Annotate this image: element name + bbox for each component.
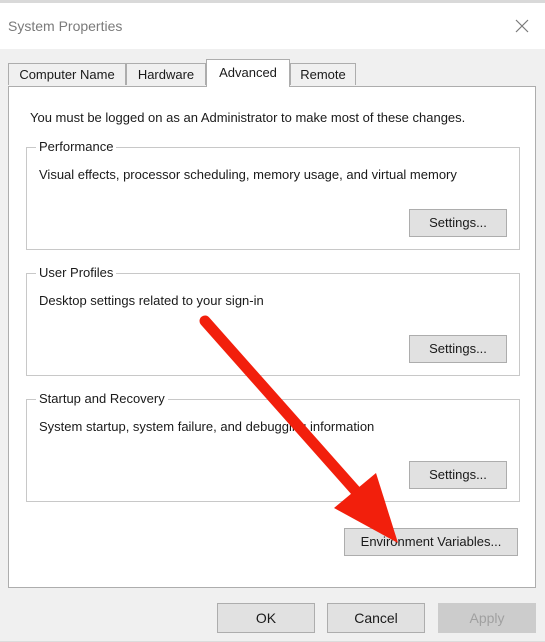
window-title: System Properties	[8, 18, 123, 34]
startup-recovery-description: System startup, system failure, and debu…	[39, 419, 375, 434]
performance-group: Performance Visual effects, processor sc…	[26, 139, 520, 250]
user-profiles-group: User Profiles Desktop settings related t…	[26, 265, 520, 376]
tab-hardware[interactable]: Hardware	[126, 63, 206, 85]
user-profiles-title: User Profiles	[36, 265, 117, 281]
close-icon	[515, 19, 529, 33]
cancel-button[interactable]: Cancel	[327, 603, 425, 633]
tab-advanced[interactable]: Advanced	[206, 59, 290, 87]
title-bar: System Properties	[0, 3, 545, 49]
startup-recovery-group: Startup and Recovery System startup, sys…	[26, 391, 520, 502]
startup-recovery-settings-button[interactable]: Settings...	[409, 461, 507, 489]
tab-computer-name[interactable]: Computer Name	[8, 63, 126, 85]
user-profiles-description: Desktop settings related to your sign-in	[39, 293, 264, 308]
apply-button[interactable]: Apply	[438, 603, 536, 633]
performance-settings-button[interactable]: Settings...	[409, 209, 507, 237]
close-button[interactable]	[499, 3, 545, 49]
environment-variables-button[interactable]: Environment Variables...	[344, 528, 518, 556]
ok-button[interactable]: OK	[217, 603, 315, 633]
performance-title: Performance	[36, 139, 117, 155]
performance-description: Visual effects, processor scheduling, me…	[39, 167, 457, 182]
startup-recovery-title: Startup and Recovery	[36, 391, 168, 407]
advanced-tab-panel: You must be logged on as an Administrato…	[8, 86, 536, 588]
user-profiles-settings-button[interactable]: Settings...	[409, 335, 507, 363]
tab-remote[interactable]: Remote	[290, 63, 356, 85]
system-properties-window: System Properties Computer Name Hardware…	[0, 0, 545, 642]
admin-note: You must be logged on as an Administrato…	[30, 110, 466, 125]
